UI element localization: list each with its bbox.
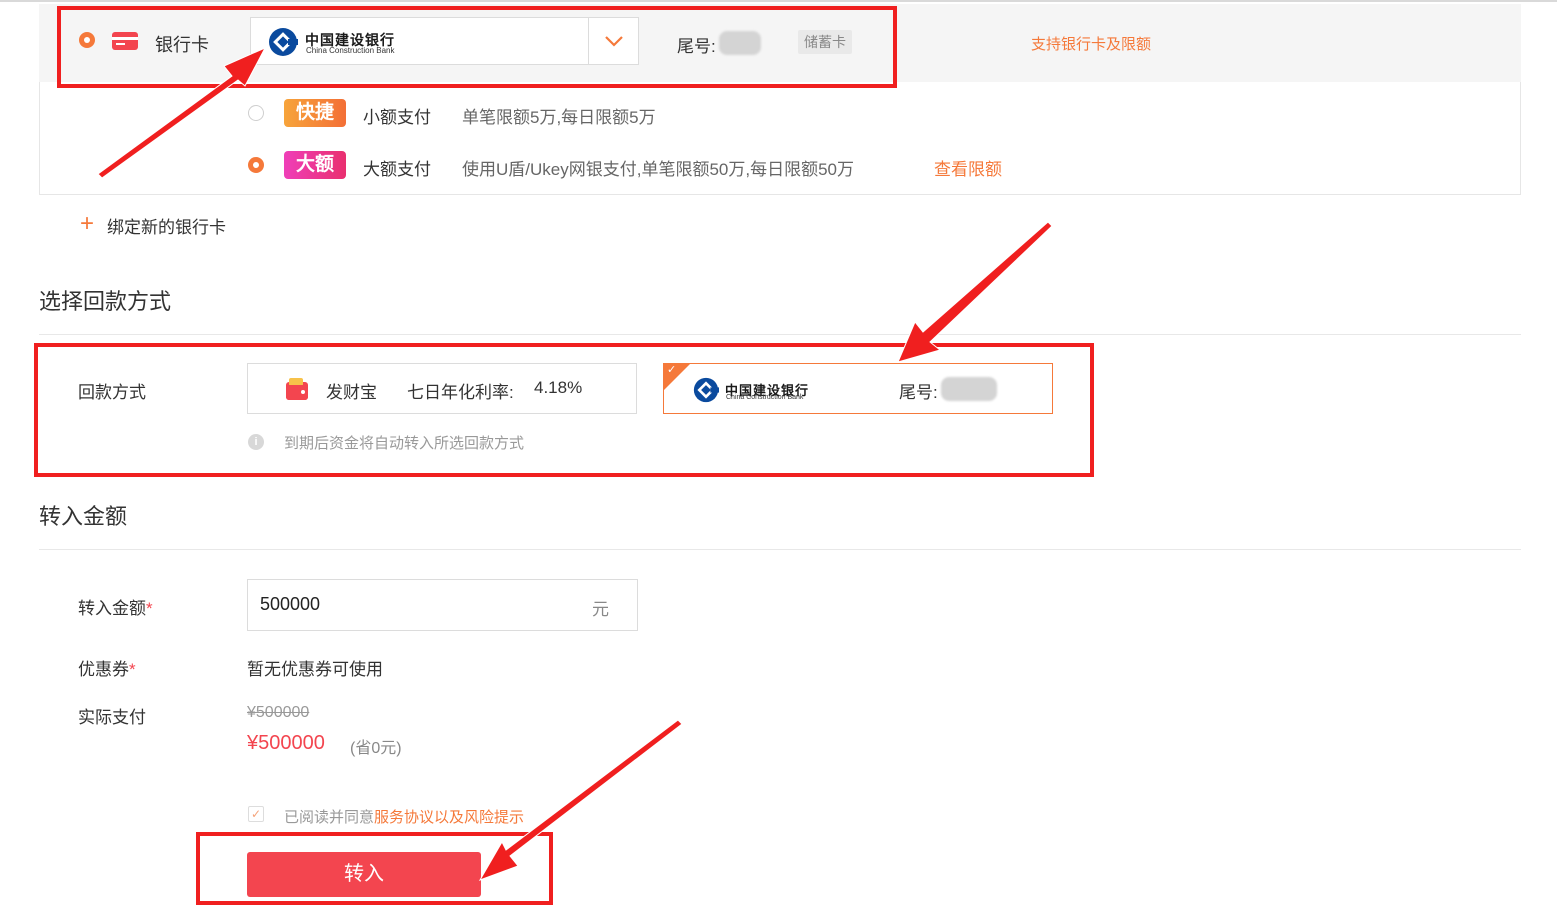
repay-section-title: 选择回款方式 (39, 289, 172, 314)
actual-price: ¥500000 (247, 732, 325, 754)
coupon-label-text: 优惠券 (78, 660, 129, 679)
amount-value[interactable]: 500000 (260, 594, 320, 615)
quick-badge: 快捷 (284, 99, 346, 127)
required-mark: * (146, 599, 153, 618)
amount-section-title: 转入金额 (39, 504, 128, 529)
annotation-box-bank-card (57, 6, 897, 88)
top-divider (0, 0, 1557, 2)
small-pay-radio[interactable] (248, 105, 264, 121)
large-pay-name: 大额支付 (363, 160, 431, 179)
bind-new-card-link[interactable]: 绑定新的银行卡 (107, 213, 226, 238)
annotation-box-repay-method (34, 343, 1094, 477)
amount-label: 转入金额* (78, 594, 153, 619)
small-pay-name: 小额支付 (363, 108, 431, 127)
small-pay-desc: 单笔限额5万,每日限额5万 (462, 108, 656, 127)
agreement-link[interactable]: 服务协议以及风险提示 (374, 809, 524, 826)
section-divider (39, 549, 1521, 550)
annotation-box-submit (196, 832, 553, 905)
arrow-to-repay-bank (897, 221, 1053, 363)
actual-pay-label: 实际支付 (78, 708, 146, 727)
coupon-label: 优惠券* (78, 655, 136, 680)
plus-icon[interactable]: + (80, 212, 94, 236)
amount-unit: 元 (592, 600, 609, 619)
large-pay-radio[interactable] (248, 157, 264, 173)
original-price: ¥500000 (247, 704, 310, 721)
saved-amount: (省0元) (350, 740, 402, 757)
coupon-value: 暂无优惠券可使用 (247, 660, 383, 679)
agreement-checkbox[interactable]: ✓ (248, 806, 264, 822)
large-pay-desc: 使用U盾/Ukey网银支付,单笔限额50万,每日限额50万 (462, 160, 854, 179)
section-divider (39, 334, 1521, 335)
agreement-prefix: 已阅读并同意 (284, 809, 375, 826)
large-badge: 大额 (284, 151, 346, 179)
agreement-text: 已阅读并同意服务协议以及风险提示 (284, 806, 524, 827)
required-mark: * (129, 660, 136, 679)
view-limit-link[interactable]: 查看限额 (934, 155, 1002, 180)
amount-label-text: 转入金额 (78, 599, 146, 618)
support-bank-limit-link[interactable]: 支持银行卡及限额 (1031, 33, 1151, 54)
